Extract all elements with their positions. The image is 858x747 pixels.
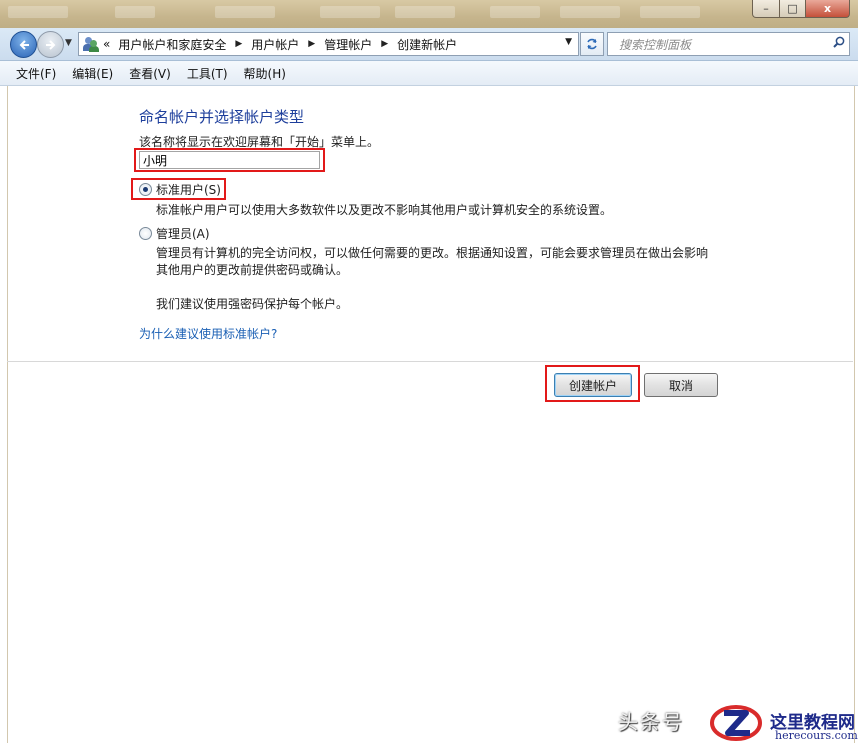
- administrator-description: 管理员有计算机的完全访问权，可以做任何需要的更改。根据通知设置，可能会要求管理员…: [156, 246, 709, 260]
- menu-bar: 文件(F) 编辑(E) 查看(V) 工具(T) 帮助(H): [0, 61, 858, 86]
- watermark-site-url: herecours.com: [775, 729, 858, 742]
- taskbar-tab: [215, 6, 275, 18]
- search-placeholder: 搜索控制面板: [619, 38, 692, 52]
- forward-arrow-icon: [45, 39, 55, 50]
- navigation-bar: ▼ « 用户帐户和家庭安全 ▶ 用户帐户 ▶ 管理帐户 ▶ 创建新帐户 ▼ 搜索…: [0, 28, 858, 61]
- chevron-right-icon[interactable]: ▶: [374, 39, 395, 49]
- taskbar-tab: [115, 6, 155, 18]
- password-recommendation: 我们建议使用强密码保护每个帐户。: [156, 297, 349, 311]
- administrator-label[interactable]: 管理员(A): [156, 225, 210, 242]
- search-icon[interactable]: [833, 36, 845, 48]
- forward-button[interactable]: [37, 31, 64, 58]
- minimize-button[interactable]: –: [752, 0, 780, 18]
- refresh-button[interactable]: [580, 32, 604, 56]
- breadcrumb-item[interactable]: 创建新帐户: [395, 36, 459, 53]
- recent-pages-dropdown[interactable]: ▼: [65, 38, 72, 48]
- watermark-platform: 头条号: [618, 710, 684, 734]
- why-standard-account-link[interactable]: 为什么建议使用标准帐户?: [139, 325, 277, 342]
- search-input[interactable]: 搜索控制面板: [607, 32, 850, 56]
- address-dropdown[interactable]: ▼: [565, 37, 572, 47]
- menu-view[interactable]: 查看(V): [121, 65, 179, 82]
- breadcrumb-item[interactable]: 管理帐户: [322, 36, 374, 53]
- divider: [7, 361, 853, 362]
- menu-help[interactable]: 帮助(H): [236, 65, 294, 82]
- menu-tools[interactable]: 工具(T): [179, 65, 236, 82]
- back-arrow-icon: [19, 39, 29, 50]
- taskbar-tab: [640, 6, 700, 18]
- refresh-icon: [587, 38, 597, 50]
- watermark-logo-icon: [710, 705, 762, 741]
- window-title-bar: – □ x: [0, 0, 858, 28]
- chevron-right-icon[interactable]: ▶: [228, 39, 249, 49]
- administrator-description: 其他用户的更改前提供密码或确认。: [156, 263, 349, 277]
- taskbar-tab: [395, 6, 455, 18]
- taskbar-tab: [490, 6, 540, 18]
- menu-edit[interactable]: 编辑(E): [64, 65, 121, 82]
- menu-file[interactable]: 文件(F): [0, 65, 64, 82]
- maximize-button[interactable]: □: [779, 0, 806, 18]
- highlight-box: [134, 148, 325, 172]
- back-button[interactable]: [10, 31, 37, 58]
- address-bar[interactable]: « 用户帐户和家庭安全 ▶ 用户帐户 ▶ 管理帐户 ▶ 创建新帐户 ▼: [78, 32, 579, 56]
- users-icon: [83, 36, 99, 52]
- cancel-button[interactable]: 取消: [644, 373, 718, 397]
- taskbar-tab: [8, 6, 68, 18]
- administrator-radio[interactable]: [139, 227, 152, 240]
- breadcrumb-overflow[interactable]: «: [103, 37, 116, 51]
- close-button[interactable]: x: [805, 0, 850, 18]
- taskbar-tab: [320, 6, 380, 18]
- breadcrumb-item[interactable]: 用户帐户和家庭安全: [116, 36, 228, 53]
- highlight-box: [131, 178, 226, 200]
- standard-user-description: 标准帐户用户可以使用大多数软件以及更改不影响其他用户或计算机安全的系统设置。: [156, 203, 613, 217]
- highlight-box: [545, 365, 640, 402]
- taskbar-tab: [560, 6, 620, 18]
- page-title: 命名帐户并选择帐户类型: [139, 108, 305, 126]
- breadcrumb-item[interactable]: 用户帐户: [249, 36, 301, 53]
- chevron-right-icon[interactable]: ▶: [301, 39, 322, 49]
